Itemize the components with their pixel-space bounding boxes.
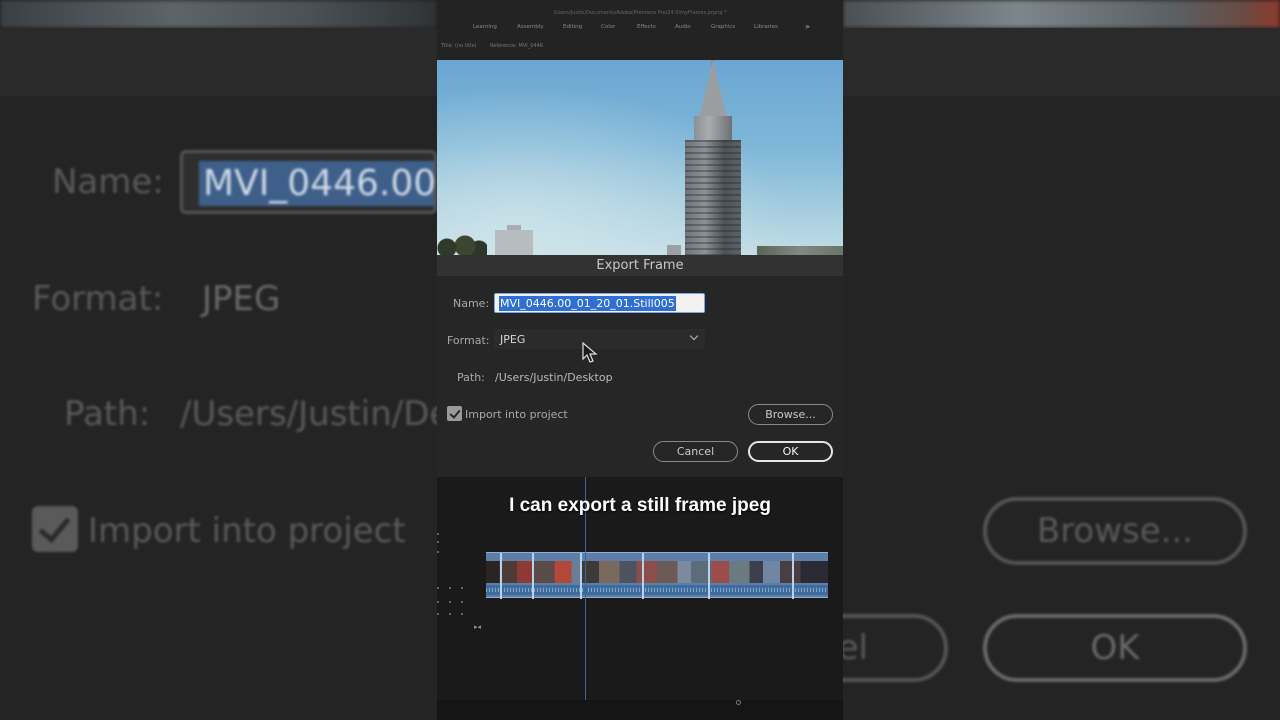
double-chevron-right-icon[interactable]: » bbox=[805, 22, 810, 31]
path-label: Path: bbox=[457, 371, 485, 384]
name-input[interactable]: MVI_0446.00_01_20_01.Still005 bbox=[494, 293, 705, 313]
scrollbar-handle[interactable] bbox=[736, 700, 741, 705]
clip-edit-point bbox=[532, 553, 534, 599]
building-left bbox=[495, 230, 533, 255]
clip-edit-point bbox=[642, 553, 644, 599]
tab-color[interactable]: Color bbox=[601, 24, 615, 30]
workspace-bar: Learning Assembly Editing Color Effects … bbox=[437, 22, 843, 34]
track-dot bbox=[437, 601, 439, 603]
ok-button[interactable]: OK bbox=[748, 441, 833, 462]
track-dot bbox=[437, 541, 439, 543]
trees-left bbox=[437, 232, 487, 255]
bg-path-label: Path: bbox=[64, 394, 151, 434]
sky bbox=[437, 60, 843, 255]
in-out-marker-icon: ▸◂ bbox=[474, 623, 482, 631]
clip-edit-point bbox=[792, 553, 794, 599]
bg-ok-button: OK bbox=[983, 614, 1247, 682]
video-caption: I can export a still frame jpeg bbox=[509, 495, 771, 516]
bg-name-value: MVI_0446.00_ bbox=[199, 161, 434, 206]
bg-checkbox bbox=[32, 506, 78, 552]
dialog-title-bar: Export Frame bbox=[437, 255, 843, 276]
bg-band-left bbox=[0, 28, 437, 96]
tab-learning[interactable]: Learning bbox=[473, 24, 497, 30]
bg-import-label: Import into project bbox=[88, 511, 406, 551]
track-dot bbox=[461, 587, 463, 589]
path-value: /Users/Justin/Desktop bbox=[495, 371, 613, 384]
monitor-info: Title: (no title) Reference: MVI_0446 bbox=[441, 43, 555, 49]
track-dot bbox=[449, 613, 451, 615]
track-dot bbox=[437, 551, 439, 553]
bg-band-right bbox=[843, 28, 1280, 96]
project-file-path: /Users/Justin/Documents/Adobe/Premiere P… bbox=[553, 10, 727, 16]
tower-upper bbox=[694, 116, 732, 142]
tab-effects[interactable]: Effects bbox=[637, 24, 656, 30]
monitor-reference: Reference: MVI_0446 bbox=[490, 43, 543, 49]
bg-format-label: Format: bbox=[32, 279, 164, 319]
bg-format-value: JPEG bbox=[202, 279, 281, 319]
tab-editing[interactable]: Editing bbox=[563, 24, 582, 30]
bg-video-strip-right bbox=[843, 0, 1280, 28]
tower-body bbox=[685, 140, 741, 255]
format-value: JPEG bbox=[500, 333, 526, 346]
clip-edit-point bbox=[500, 553, 502, 599]
track-dot bbox=[437, 587, 439, 589]
track-dot bbox=[461, 601, 463, 603]
timeline-clips[interactable] bbox=[486, 552, 828, 599]
track-dot bbox=[449, 587, 451, 589]
import-into-project-checkbox[interactable] bbox=[447, 406, 462, 421]
bg-path-value: /Users/Justin/De bbox=[180, 394, 451, 434]
tower-spire bbox=[699, 60, 727, 118]
bg-name-label: Name: bbox=[52, 162, 164, 202]
track-dot bbox=[449, 601, 451, 603]
bg-browse-button: Browse... bbox=[983, 497, 1247, 565]
audio-track-clips[interactable] bbox=[486, 585, 828, 595]
app-screen: /Users/Justin/Documents/Adobe/Premiere P… bbox=[437, 0, 843, 720]
monitor-title: Title: (no title) bbox=[441, 43, 477, 49]
chevron-down-icon bbox=[689, 331, 699, 341]
export-frame-dialog: Export Frame Name: MVI_0446.00_01_20_01.… bbox=[437, 255, 843, 477]
browse-button[interactable]: Browse... bbox=[748, 404, 833, 425]
track-dot bbox=[437, 613, 439, 615]
clip-edit-point bbox=[708, 553, 710, 599]
program-monitor-preview bbox=[437, 60, 843, 255]
name-input-selected-text: MVI_0446.00_01_20_01.Still005 bbox=[499, 296, 676, 311]
timeline-panel: ▸◂ I can export a still frame jpeg bbox=[437, 477, 843, 720]
import-into-project-label: Import into project bbox=[465, 408, 568, 421]
tab-audio[interactable]: Audio bbox=[675, 24, 691, 30]
cancel-button[interactable]: Cancel bbox=[653, 441, 738, 462]
bg-video-strip-left bbox=[0, 0, 437, 28]
format-label: Format: bbox=[447, 334, 490, 347]
timeline-scrollbar[interactable] bbox=[437, 700, 843, 720]
track-header-controls bbox=[437, 527, 477, 637]
trees-right bbox=[757, 246, 843, 255]
building-small bbox=[667, 245, 681, 255]
mouse-pointer-icon bbox=[582, 342, 598, 363]
dialog-title: Export Frame bbox=[596, 258, 684, 273]
app-header: /Users/Justin/Documents/Adobe/Premiere P… bbox=[437, 0, 843, 60]
track-dot bbox=[437, 533, 439, 535]
bg-name-field: MVI_0446.00_ bbox=[180, 150, 437, 214]
clip-edit-point bbox=[580, 553, 582, 599]
tab-graphics[interactable]: Graphics bbox=[711, 24, 735, 30]
name-label: Name: bbox=[453, 297, 490, 310]
tab-assembly[interactable]: Assembly bbox=[517, 24, 544, 30]
tab-libraries[interactable]: Libraries bbox=[754, 24, 778, 30]
format-select[interactable]: JPEG bbox=[494, 329, 705, 349]
track-dot bbox=[461, 613, 463, 615]
video-track-clips[interactable] bbox=[486, 561, 828, 583]
